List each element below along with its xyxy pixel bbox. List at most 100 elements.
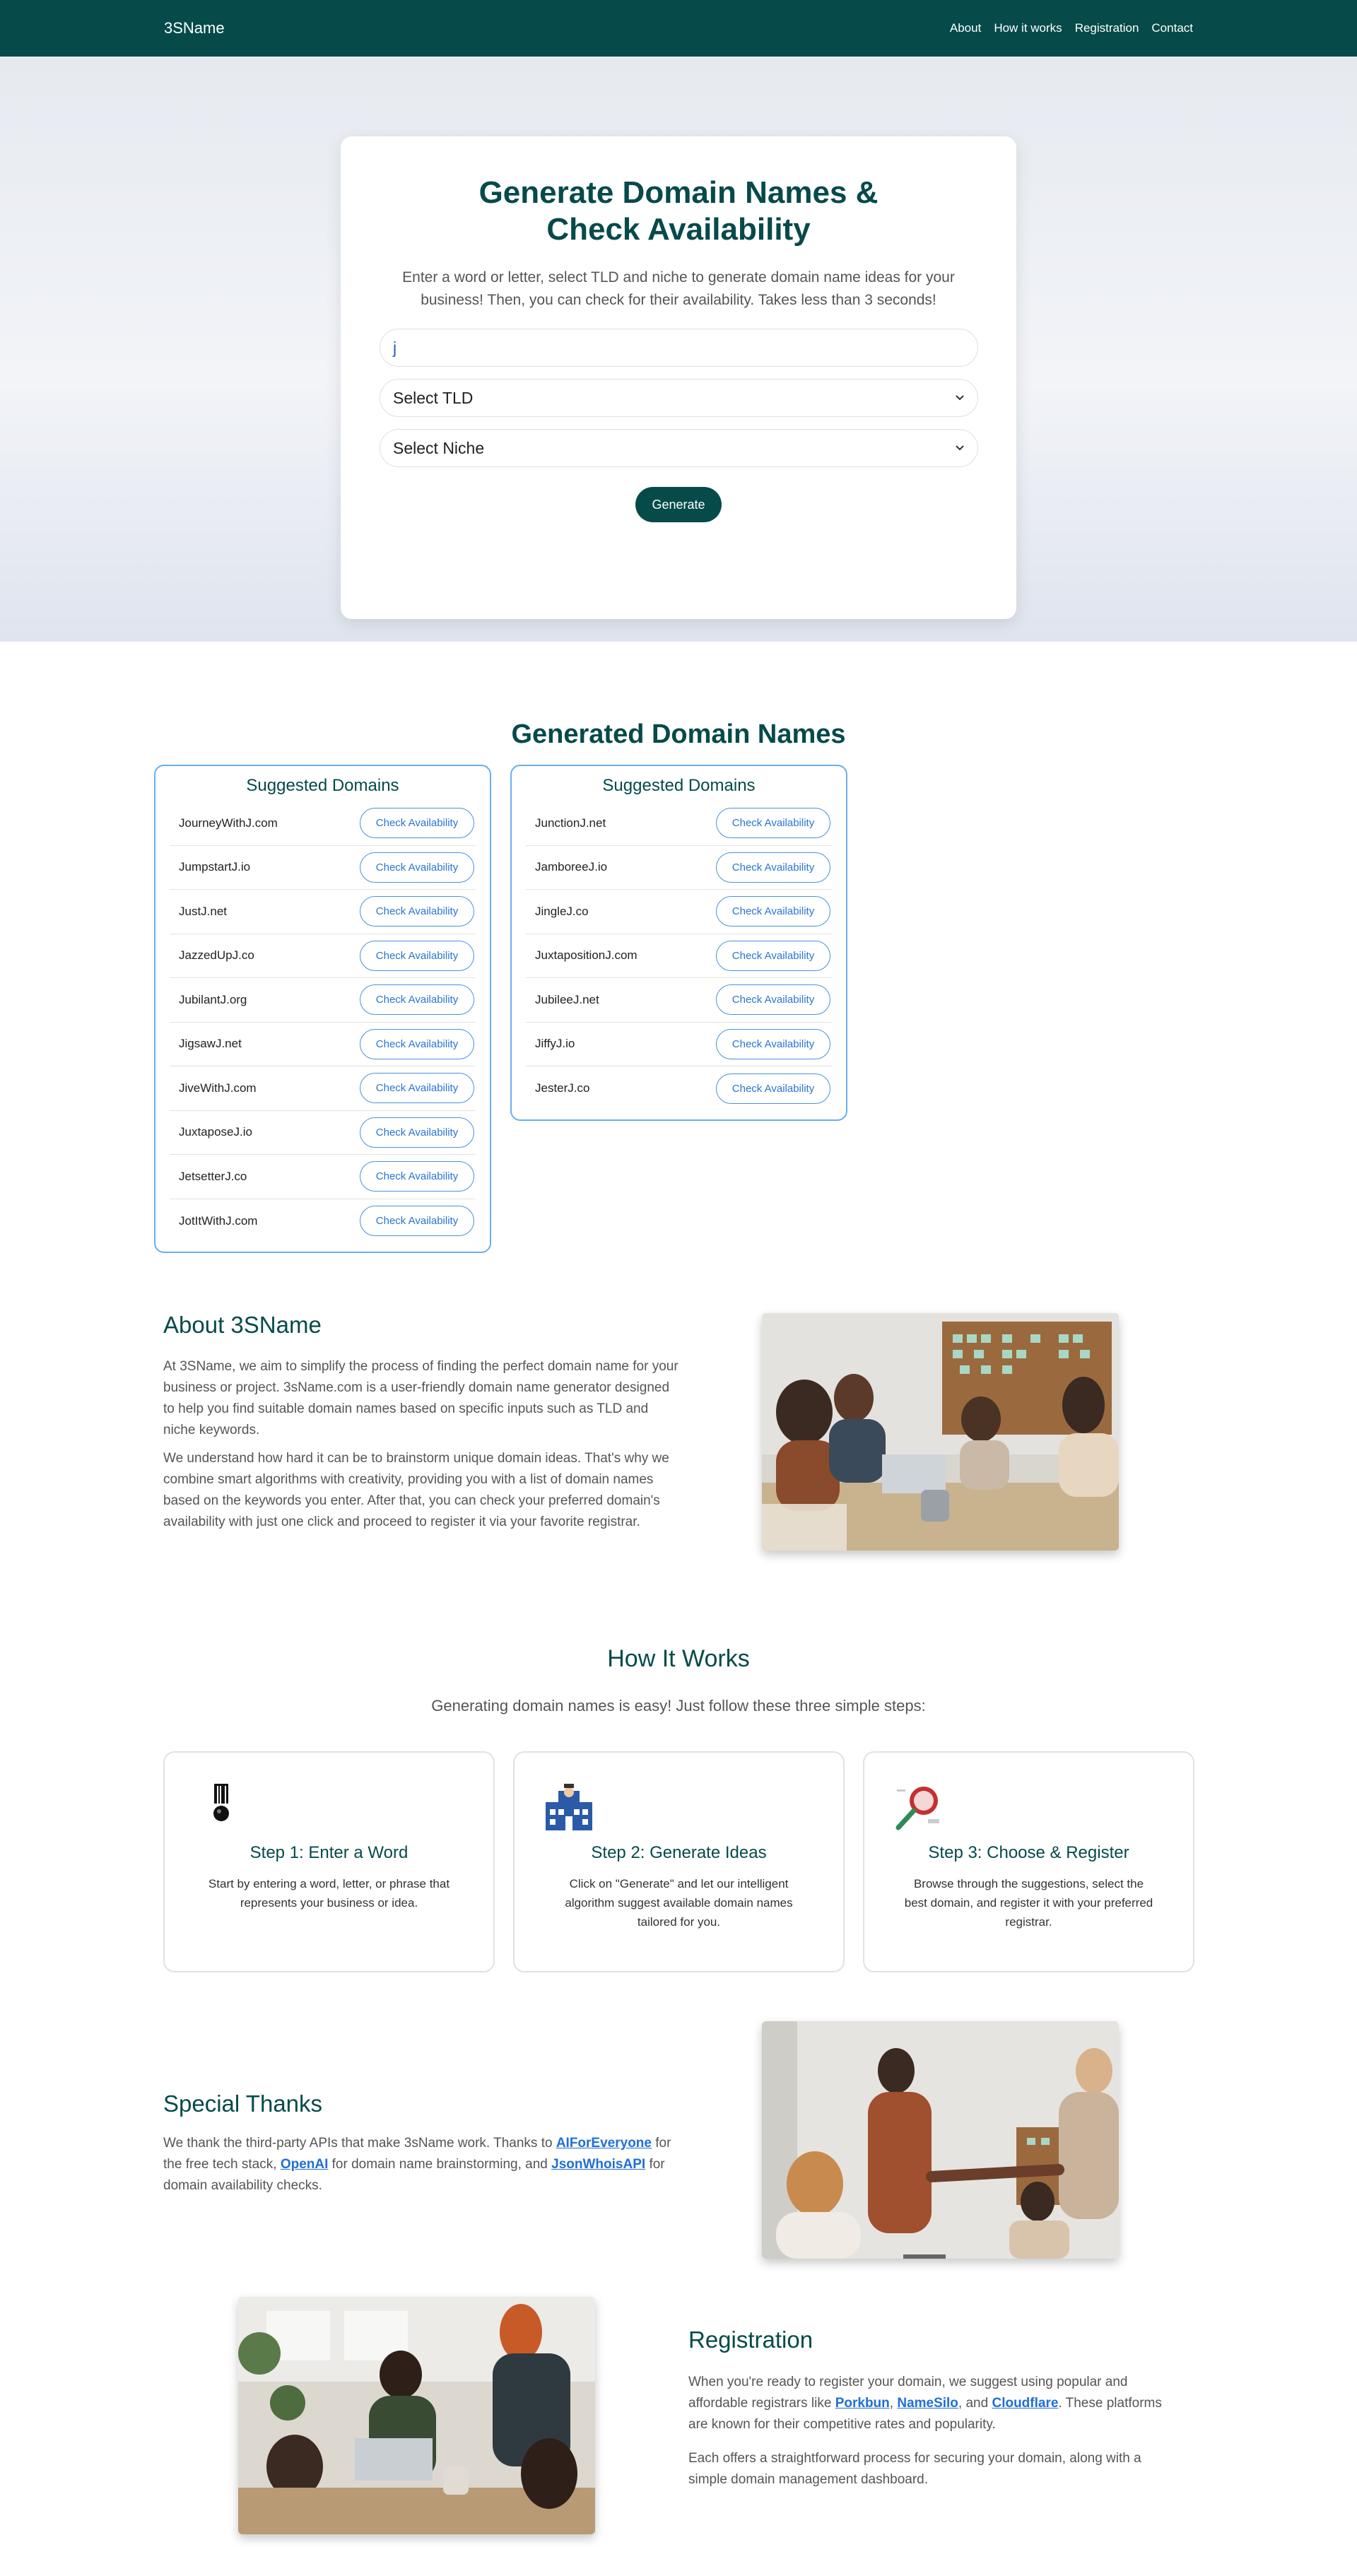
suggested-domains-title: Suggested Domains	[602, 776, 756, 795]
check-availability-button[interactable]: Check Availability	[360, 1206, 474, 1237]
niche-select[interactable]: Select Niche	[380, 429, 978, 467]
domain-name: JetsetterJ.co	[179, 1169, 247, 1183]
handshake-photo	[762, 2021, 1119, 2259]
check-availability-button[interactable]: Check Availability	[360, 1028, 474, 1059]
domain-name: JazzedUpJ.co	[179, 948, 254, 963]
team-meeting-photo	[762, 1313, 1119, 1551]
domain-list: JourneyWithJ.com Check Availability Jumpst…	[170, 801, 476, 1243]
check-availability-button[interactable]: Check Availability	[716, 984, 830, 1016]
check-availability-button[interactable]: Check Availability	[716, 1073, 830, 1104]
domain-row: JiveWithJ.com Check Availability	[170, 1066, 476, 1111]
nav-link-how-it-works[interactable]: How it works	[994, 21, 1062, 35]
generator-card: Generate Domain Names & Check Availabili…	[341, 136, 1016, 619]
hero-description: Enter a word or letter, select TLD and n…	[402, 269, 955, 308]
domain-name: JumpstartJ.io	[179, 860, 251, 874]
check-availability-button[interactable]: Check Availability	[716, 852, 830, 883]
check-availability-button[interactable]: Check Availability	[360, 808, 474, 839]
check-availability-button[interactable]: Check Availability	[360, 1161, 474, 1192]
nav-link-contact[interactable]: Contact	[1151, 21, 1193, 35]
magnifier-icon	[893, 1781, 945, 1833]
about-paragraph-2: We understand how hard it can be to brai…	[163, 1451, 669, 1529]
check-availability-button[interactable]: Check Availability	[360, 1117, 474, 1148]
domain-list: JunctionJ.net Check Availability JamboreeJ…	[526, 801, 832, 1111]
domain-name: JigsawJ.net	[179, 1037, 242, 1051]
nav-link-about[interactable]: About	[950, 21, 981, 35]
chevron-down-icon	[955, 392, 965, 404]
check-availability-button[interactable]: Check Availability	[360, 940, 474, 971]
domain-row: JesterJ.co Check Availability	[526, 1066, 832, 1111]
navbar: 3SName About How it works Registration C…	[0, 0, 1357, 57]
check-availability-button[interactable]: Check Availability	[716, 940, 830, 971]
registration-sep-1: ,	[889, 2396, 898, 2411]
nav-link-registration[interactable]: Registration	[1075, 21, 1139, 35]
thanks-title: Special Thanks	[163, 2090, 323, 2117]
how-subtitle: Generating domain names is easy! Just fo…	[431, 1697, 926, 1715]
domain-row: JuxtaposeJ.io Check Availability	[170, 1111, 476, 1155]
barcode-badge-icon	[193, 1781, 245, 1833]
generate-button[interactable]: Generate	[635, 487, 722, 522]
check-availability-button[interactable]: Check Availability	[716, 896, 830, 927]
domain-row: JingleJ.co Check Availability	[526, 890, 832, 934]
domain-name: JourneyWithJ.com	[179, 816, 278, 830]
check-availability-button[interactable]: Check Availability	[360, 852, 474, 883]
building-icon	[543, 1781, 595, 1833]
team-workspace-photo	[238, 2297, 595, 2534]
jsonwhoisapi-link[interactable]: JsonWhoisAPI	[551, 2157, 645, 2172]
domain-row: JamboreeJ.io Check Availability	[526, 846, 832, 890]
check-availability-button[interactable]: Check Availability	[716, 808, 830, 839]
domain-name: JamboreeJ.io	[535, 860, 608, 874]
cloudflare-link[interactable]: Cloudflare	[992, 2396, 1058, 2411]
suggested-domains-card: Suggested Domains JourneyWithJ.com Check …	[154, 765, 491, 1253]
special-thanks-section: Special Thanks We thank the third-party …	[0, 2021, 1357, 2297]
domain-name: JingleJ.co	[535, 904, 589, 918]
aiforeveryone-link[interactable]: AIForEveryone	[556, 2136, 652, 2151]
domain-row: JetsetterJ.co Check Availability	[170, 1155, 476, 1199]
domain-row: JubilantJ.org Check Availability	[170, 978, 476, 1023]
about-section: About 3SName At 3SName, we aim to simpli…	[0, 1312, 1357, 1645]
thanks-text: We thank the third-party APIs that make …	[163, 2133, 679, 2196]
domain-name: JubileeJ.net	[535, 992, 599, 1006]
how-it-works-section: How It Works Generating domain names is …	[0, 1645, 1357, 2021]
hero-section: Generate Domain Names & Check Availabili…	[0, 57, 1357, 642]
registration-title: Registration	[688, 2327, 813, 2353]
step-card-3: Step 3: Choose & Register Browse through…	[863, 1751, 1194, 1972]
domain-name: JiveWithJ.com	[179, 1081, 257, 1095]
brand-logo[interactable]: 3SName	[164, 19, 225, 37]
how-title: How It Works	[607, 1645, 750, 1672]
domain-row: JiffyJ.io Check Availability	[526, 1023, 832, 1066]
openai-link[interactable]: OpenAI	[281, 2157, 329, 2172]
registration-paragraph-2: Each offers a straightforward process fo…	[688, 2451, 1141, 2487]
step-1-title: Step 1: Enter a Word	[249, 1843, 409, 1862]
thanks-text-1: We thank the third-party APIs that make …	[163, 2136, 556, 2151]
porkbun-link[interactable]: Porkbun	[835, 2396, 890, 2411]
domain-row: JourneyWithJ.com Check Availability	[170, 801, 476, 846]
word-input[interactable]: j	[380, 329, 978, 367]
check-availability-button[interactable]: Check Availability	[360, 984, 474, 1016]
domain-name: JubilantJ.org	[179, 992, 247, 1006]
niche-select-value: Select Niche	[393, 438, 485, 457]
check-availability-button[interactable]: Check Availability	[716, 1028, 830, 1059]
domain-name: JiffyJ.io	[535, 1037, 575, 1051]
namesilo-link[interactable]: NameSilo	[897, 2396, 958, 2411]
step-3-title: Step 3: Choose & Register	[928, 1843, 1129, 1862]
registration-paragraph-1: When you're ready to register your domai…	[688, 2372, 1183, 2435]
tld-select[interactable]: Select TLD	[380, 379, 978, 417]
thanks-text-3: for domain name brainstorming, and	[328, 2157, 552, 2172]
domain-row: JazzedUpJ.co Check Availability	[170, 934, 476, 978]
step-1-text: Start by entering a word, letter, or phr…	[208, 1877, 450, 1910]
domain-row: JumpstartJ.io Check Availability	[170, 846, 476, 890]
domain-row: JubileeJ.net Check Availability	[526, 978, 832, 1023]
check-availability-button[interactable]: Check Availability	[360, 896, 474, 927]
nav-links: About How it works Registration Contact	[950, 21, 1193, 35]
suggested-domains-card: Suggested Domains JunctionJ.net Check Ava…	[510, 765, 847, 1121]
hero-title: Generate Domain Names & Check Availabili…	[478, 175, 879, 247]
domain-row: JotItWithJ.com Check Availability	[170, 1199, 476, 1244]
step-2-title: Step 2: Generate Ideas	[591, 1843, 767, 1862]
registration-sep-2: , and	[958, 2396, 992, 2411]
step-3-text: Browse through the suggestions, select t…	[904, 1877, 1153, 1929]
check-availability-button[interactable]: Check Availability	[360, 1073, 474, 1104]
step-card-2: Step 2: Generate Ideas Click on "Generat…	[513, 1751, 845, 1972]
about-title: About 3SName	[163, 1312, 322, 1338]
step-2-text: Click on "Generate" and let our intellig…	[565, 1877, 793, 1929]
generated-domains-section: Generated Domain Names Suggested Domains…	[0, 642, 1357, 1312]
